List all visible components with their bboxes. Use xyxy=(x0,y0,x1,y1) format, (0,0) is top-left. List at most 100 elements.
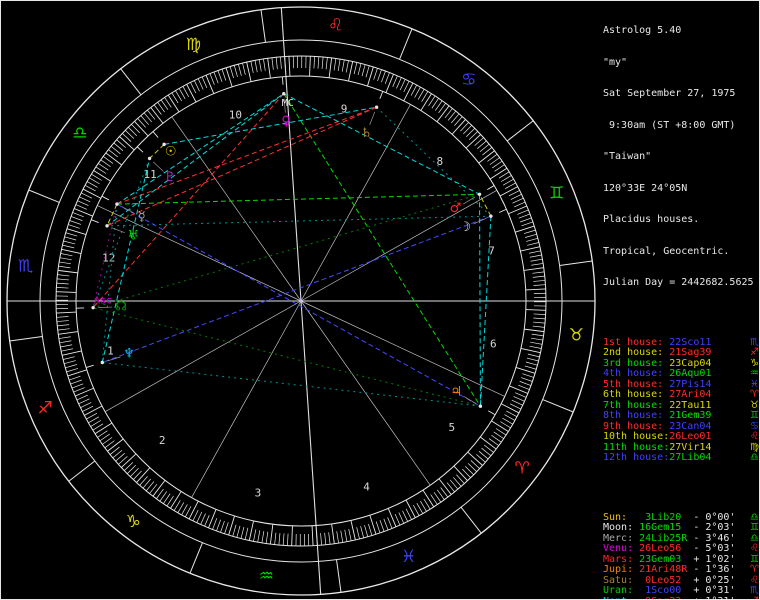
divider xyxy=(603,310,759,317)
degree-tick xyxy=(190,82,197,94)
angle-label-mc: MC xyxy=(282,98,294,109)
planet-position: 26Leo56 xyxy=(639,543,694,554)
degree-tick xyxy=(377,69,382,82)
planet-glyph-saturn: ♄ xyxy=(361,126,373,141)
degree-tick xyxy=(525,361,538,366)
house-cusp-3 xyxy=(191,300,302,498)
degree-tick xyxy=(396,77,402,89)
degree-tick xyxy=(451,119,466,135)
planet-position: 9Sag23 xyxy=(639,596,693,599)
aspect-sex-venus-mars xyxy=(283,93,480,195)
degree-tick xyxy=(379,520,385,532)
planet-position: 1Sco00 xyxy=(639,585,694,596)
planet-sign-glyph: ♌ xyxy=(750,543,759,554)
degree-tick xyxy=(533,317,546,320)
degree-tick xyxy=(504,182,516,189)
degree-tick xyxy=(500,175,512,182)
degree-tick xyxy=(526,357,539,362)
degree-tick xyxy=(184,506,192,518)
degree-tick xyxy=(193,80,200,92)
house-cusp-value: 27Lib04 xyxy=(669,452,712,463)
degree-tick xyxy=(533,321,546,324)
house-sign-glyph: ♐ xyxy=(750,347,759,358)
sign-boundary xyxy=(506,120,534,142)
degree-tick xyxy=(72,212,84,218)
house-cusp-9 xyxy=(300,104,411,302)
chart-wheel: ♈♉♊♋♌♍♎♏♐♑♒♓123 456789101112♃♆☊Asc♅☿♇☉♀MC… xyxy=(6,6,596,596)
house-cusp-6 xyxy=(300,300,505,397)
degree-tick xyxy=(364,525,369,537)
aspect-opp-mercury-jupiter xyxy=(116,203,481,407)
degree-tick xyxy=(209,73,215,85)
degree-tick xyxy=(533,313,546,315)
degree-tick xyxy=(387,508,397,527)
degree-tick xyxy=(220,520,225,533)
degree-tick xyxy=(70,379,82,385)
degree-tick xyxy=(361,64,366,77)
degree-tick xyxy=(75,204,87,210)
degree-tick xyxy=(478,150,495,164)
house-sign-glyph: ♌ xyxy=(750,431,759,442)
house-sign-glyph: ♈ xyxy=(750,389,759,400)
planet-dot-uranus xyxy=(105,224,109,228)
house-cusp-11 xyxy=(171,116,302,302)
degree-tick xyxy=(58,336,71,339)
degree-tick xyxy=(522,373,534,378)
degree-tick xyxy=(517,209,529,215)
degree-tick xyxy=(375,521,381,534)
planet-pointer-saturn xyxy=(369,111,376,126)
house-row: 10th house: 26Leo01 ♌ xyxy=(603,431,759,443)
degree-tick xyxy=(508,190,520,197)
degree-tick xyxy=(181,504,188,516)
planet-label: Venu: xyxy=(603,543,640,554)
degree-tick xyxy=(357,63,362,76)
planet-row: Jupi: 21Ari48R - 1°36' ♈ xyxy=(603,564,759,576)
degree-tick xyxy=(525,288,546,291)
house-row: 6th house: 27Ari04 ♈ xyxy=(603,389,759,401)
aspect-sqq-jupiter-neptune xyxy=(102,362,481,407)
degree-tick xyxy=(530,337,543,341)
degree-tick xyxy=(527,242,539,246)
planet-latitude: - 5°03' xyxy=(693,543,736,554)
degree-tick xyxy=(57,274,70,277)
degree-tick xyxy=(71,383,84,389)
sign-boundary xyxy=(336,559,342,593)
degree-tick xyxy=(65,232,78,237)
degree-tick xyxy=(65,364,77,369)
degree-tick xyxy=(84,405,103,416)
degree-tick xyxy=(186,84,197,103)
degree-tick xyxy=(271,57,274,70)
house-list: 1st house: 22Sco11 ♏ 2nd house: 21Sag39 ♐ 3r… xyxy=(603,337,759,464)
degree-tick xyxy=(531,263,544,266)
sign-glyph-scorpio: ♏ xyxy=(18,256,33,276)
planet-dot-jupiter xyxy=(478,404,483,408)
degree-tick xyxy=(58,331,79,335)
degree-tick xyxy=(531,333,544,337)
degree-tick xyxy=(381,70,386,83)
planet-tick-mars xyxy=(487,185,495,191)
house-number-1: 1 xyxy=(107,345,114,358)
house-label: 4th house: xyxy=(603,368,670,379)
degree-tick xyxy=(328,57,333,78)
info-panel: Astrolog 5.40 "my" Sat September 27, 197… xyxy=(603,5,759,599)
planet-row: Venu: 26Leo56 - 5°03' ♌ xyxy=(603,543,759,555)
degree-tick xyxy=(417,89,425,100)
degree-tick xyxy=(529,345,542,349)
house-number-6: 6 xyxy=(490,337,497,350)
house-cusp-4 xyxy=(300,300,322,595)
degree-tick xyxy=(373,68,378,80)
degree-tick xyxy=(57,324,70,327)
degree-tick xyxy=(453,465,468,482)
degree-tick xyxy=(403,80,410,93)
julian-day: Julian Day = 2442682.5625 xyxy=(603,277,754,288)
degree-tick xyxy=(519,381,532,386)
degree-tick xyxy=(76,394,88,401)
degree-tick xyxy=(282,533,285,546)
aspect-sex-mars-jupiter xyxy=(479,194,481,407)
degree-tick xyxy=(254,60,258,73)
degree-tick xyxy=(63,240,76,245)
degree-tick xyxy=(465,134,482,149)
degree-tick xyxy=(253,529,257,542)
planet-latitude: + 0°31' xyxy=(693,585,736,596)
sign-boundary xyxy=(460,506,482,534)
